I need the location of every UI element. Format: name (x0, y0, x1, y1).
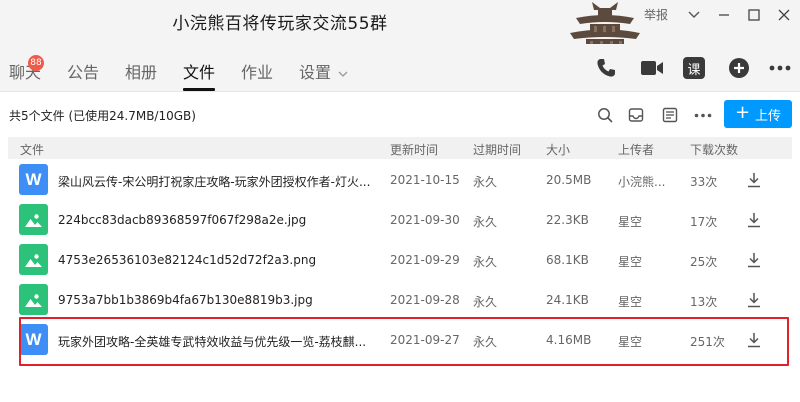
file-name[interactable]: 玩家外团攻略-全英雄专武特效收益与优先级一览-荔枝麒... (58, 333, 366, 350)
tab-album[interactable]: 相册 (125, 59, 157, 83)
download-icon[interactable] (745, 251, 763, 269)
tab-settings[interactable]: 设置 (299, 59, 348, 83)
file-size: 24.1KB (546, 293, 589, 307)
word-doc-icon: W (19, 324, 48, 355)
download-count: 17次 (690, 215, 718, 229)
expire-time: 永久 (473, 255, 498, 269)
file-toolbar: 共5个文件 (已使用24.7MB/10GB) (0, 92, 800, 136)
file-name[interactable]: 224bcc83dacb89368597f067f298a2e.jpg (58, 213, 306, 227)
dropdown-chevron-icon[interactable] (686, 7, 702, 23)
more-icon[interactable] (768, 56, 792, 80)
word-doc-icon: W (19, 164, 48, 195)
file-name[interactable]: 9753a7bb1b3869b4fa67b130e8819b3.jpg (58, 293, 313, 307)
active-tab-indicator (183, 88, 215, 91)
uploader: 小浣熊... (618, 175, 666, 189)
tab-files[interactable]: 文件 (183, 59, 215, 83)
expire-time: 永久 (473, 175, 498, 189)
download-icon[interactable] (745, 211, 763, 229)
image-file-icon (19, 204, 48, 235)
folder-filter-icon[interactable] (660, 105, 680, 125)
file-size: 20.5MB (546, 173, 592, 187)
image-file-icon (19, 244, 48, 275)
file-name[interactable]: 4753e26536103e82124c1d52d72f2a3.png (58, 253, 316, 267)
chat-unread-badge: 88 (28, 55, 44, 71)
updated-time: 2021-10-15 (390, 173, 460, 187)
word-doc-icon-letter: W (25, 169, 42, 189)
download-count: 33次 (690, 175, 718, 189)
close-icon[interactable] (776, 7, 792, 23)
file-name[interactable]: 梁山风云传-宋公明打祝家庄攻略-玩家外团授权作者-灯火... (58, 173, 370, 190)
table-row[interactable]: 4753e26536103e82124c1d52d72f2a3.png 2021… (8, 240, 792, 280)
download-count: 13次 (690, 295, 718, 309)
uploader: 星空 (618, 335, 643, 349)
window-controls: 举报 (644, 6, 792, 23)
plus-icon: + (734, 102, 751, 123)
file-table-header: 文件 更新时间 过期时间 大小 上传者 下载次数 (8, 137, 792, 159)
file-size: 4.16MB (546, 333, 592, 347)
download-count: 25次 (690, 255, 718, 269)
uploader: 星空 (618, 215, 643, 229)
report-link[interactable]: 举报 (644, 6, 668, 23)
download-icon[interactable] (745, 291, 763, 309)
upload-button-label: 上传 (755, 108, 782, 124)
table-row[interactable]: W 玩家外团攻略-全英雄专武特效收益与优先级一览-荔枝麒... 2021-09-… (8, 320, 792, 360)
course-icon-label: 课 (687, 62, 701, 78)
header-expires[interactable]: 过期时间 (473, 141, 521, 158)
title-bar: 小浣熊百将传玩家交流55群 举报 (0, 0, 800, 44)
phone-icon[interactable] (594, 56, 618, 80)
video-icon[interactable] (640, 56, 664, 80)
group-nav-bar: 聊天 88 公告 相册 文件 作业 设置 课 (0, 44, 800, 92)
chevron-down-icon (335, 70, 348, 81)
storage-summary: 共5个文件 (已使用24.7MB/10GB) (9, 109, 196, 123)
table-row[interactable]: W 梁山风云传-宋公明打祝家庄攻略-玩家外团授权作者-灯火... 2021-10… (8, 160, 792, 200)
header-downloads[interactable]: 下载次数 (690, 141, 738, 158)
more-icon[interactable] (693, 105, 713, 125)
window-title: 小浣熊百将传玩家交流55群 (172, 14, 388, 34)
download-count: 251次 (690, 335, 725, 349)
file-size: 22.3KB (546, 213, 589, 227)
course-icon[interactable]: 课 (683, 57, 705, 79)
updated-time: 2021-09-30 (390, 213, 460, 227)
uploader: 星空 (618, 295, 643, 309)
download-icon[interactable] (745, 171, 763, 189)
file-size: 68.1KB (546, 253, 589, 267)
upload-button[interactable]: + 上传 (724, 100, 792, 128)
tab-settings-label: 设置 (299, 63, 332, 82)
add-icon[interactable] (727, 56, 751, 80)
header-size[interactable]: 大小 (546, 141, 570, 158)
header-file[interactable]: 文件 (20, 141, 44, 158)
tab-announcements[interactable]: 公告 (67, 59, 99, 83)
header-updated[interactable]: 更新时间 (390, 141, 438, 158)
minimize-icon[interactable] (716, 7, 732, 23)
updated-time: 2021-09-28 (390, 293, 460, 307)
search-icon[interactable] (595, 105, 615, 125)
maximize-icon[interactable] (746, 7, 762, 23)
tab-homework[interactable]: 作业 (241, 59, 273, 83)
expire-time: 永久 (473, 295, 498, 309)
header-uploader[interactable]: 上传者 (618, 141, 654, 158)
table-row[interactable]: 224bcc83dacb89368597f067f298a2e.jpg 2021… (8, 200, 792, 240)
uploader: 星空 (618, 255, 643, 269)
updated-time: 2021-09-29 (390, 253, 460, 267)
image-file-icon (19, 284, 48, 315)
inbox-icon[interactable] (626, 105, 646, 125)
updated-time: 2021-09-27 (390, 333, 460, 347)
expire-time: 永久 (473, 335, 498, 349)
word-doc-icon-letter: W (25, 329, 42, 349)
expire-time: 永久 (473, 215, 498, 229)
download-icon[interactable] (745, 331, 763, 349)
table-row[interactable]: 9753a7bb1b3869b4fa67b130e8819b3.jpg 2021… (8, 280, 792, 320)
